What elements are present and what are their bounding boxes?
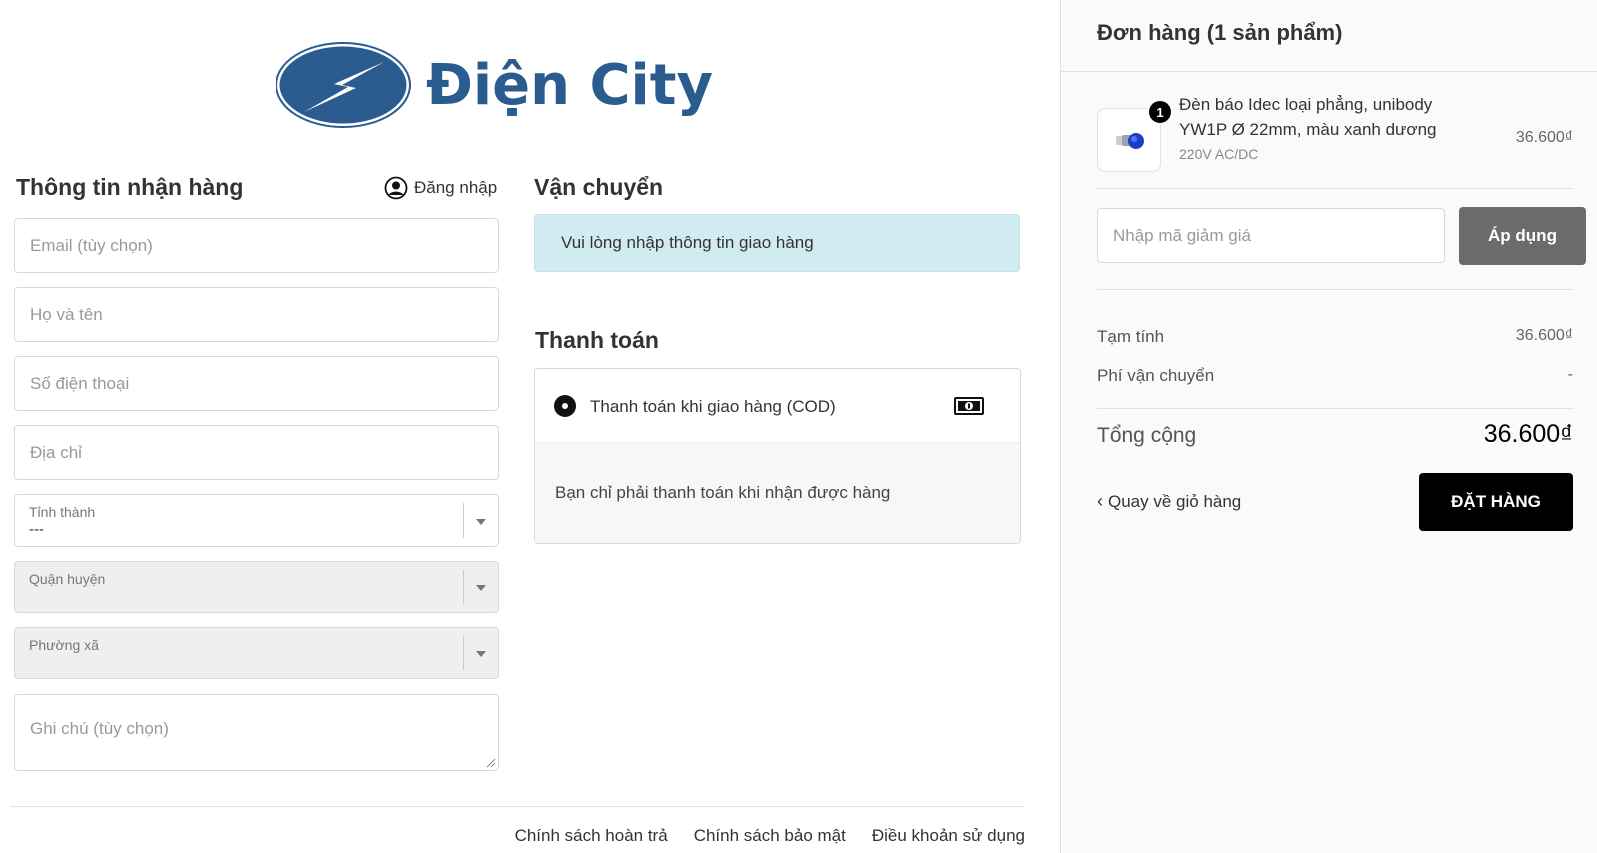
payment-title: Thanh toán (535, 327, 659, 353)
footer-link-privacy-policy[interactable]: Chính sách bảo mật (694, 826, 846, 846)
select-separator (463, 503, 464, 538)
apply-discount-button[interactable]: Áp dụng (1459, 207, 1586, 265)
district-label: Quận huyện (29, 571, 106, 587)
total-label: Tổng cộng (1097, 424, 1197, 447)
payment-option-cod[interactable]: Thanh toán khi giao hàng (COD) (535, 369, 1020, 442)
address-placeholder: Địa chỉ (30, 442, 82, 462)
fullname-placeholder: Họ và tên (30, 304, 103, 324)
address-field[interactable]: Địa chỉ (14, 425, 499, 480)
chevron-down-icon (476, 651, 486, 657)
footer-link-refund-policy[interactable]: Chính sách hoàn trả (515, 826, 668, 846)
radio-selected[interactable] (554, 395, 576, 417)
payment-option-label: Thanh toán khi giao hàng (COD) (590, 397, 836, 416)
shipping-title: Vận chuyển (534, 174, 664, 200)
payment-description-text: Bạn chỉ phải thanh toán khi nhận được hà… (555, 483, 891, 502)
cash-icon (954, 397, 984, 415)
chevron-down-icon (476, 518, 486, 525)
shipping-alert: Vui lòng nhập thông tin giao hàng (534, 214, 1020, 272)
subtotal-label: Tạm tính (1097, 327, 1165, 346)
shipping-fee-label: Phí vận chuyển (1097, 366, 1215, 385)
order-title: Đơn hàng (1 sản phẩm) (1097, 20, 1343, 45)
place-order-button[interactable]: ĐẶT HÀNG (1419, 473, 1573, 531)
chevron-left-icon: ‹ (1097, 491, 1103, 511)
logo-graphic: Điện City (276, 42, 713, 128)
ward-select[interactable]: Phường xã (14, 627, 499, 679)
footer-links: Chính sách hoàn trả Chính sách bảo mật Đ… (515, 826, 1025, 846)
divider (1097, 188, 1574, 189)
resize-grip-icon[interactable] (486, 758, 496, 768)
email-field[interactable]: Email (tùy chọn) (14, 218, 499, 273)
product-variant: 220V AC/DC (1179, 146, 1259, 162)
discount-placeholder: Nhập mã giảm giá (1113, 225, 1251, 245)
payment-description: Bạn chỉ phải thanh toán khi nhận được hà… (535, 442, 1020, 543)
login-label: Đăng nhập (414, 178, 498, 197)
discount-code-input[interactable]: Nhập mã giảm giá (1097, 208, 1445, 263)
subtotal-value: 36.600₫ (1515, 327, 1573, 344)
back-to-cart-link[interactable]: ‹ Quay về giỏ hàng (1097, 491, 1241, 512)
quantity-badge: 1 (1147, 99, 1173, 125)
district-select[interactable]: Quận huyện (14, 561, 499, 613)
chevron-down-icon (476, 585, 486, 591)
receiver-title: Thông tin nhận hàng (16, 174, 244, 200)
footer-divider (10, 806, 1025, 807)
select-separator (463, 636, 464, 670)
shipping-message: Vui lòng nhập thông tin giao hàng (561, 233, 814, 252)
payment-methods: Thanh toán khi giao hàng (COD) Bạn chỉ p… (534, 368, 1021, 544)
divider (1097, 289, 1574, 290)
select-separator (463, 570, 464, 604)
login-link[interactable]: Đăng nhập (384, 176, 497, 200)
site-logo[interactable]: Điện City (276, 40, 756, 130)
product-price: 36.600₫ (1515, 129, 1573, 146)
divider (1061, 71, 1597, 72)
total-value: 36.600₫ (1483, 420, 1573, 448)
province-value: --- (29, 521, 44, 538)
province-select[interactable]: Tỉnh thành --- (14, 494, 499, 547)
email-placeholder: Email (tùy chọn) (30, 235, 153, 255)
phone-placeholder: Số điện thoại (30, 373, 130, 393)
ward-label: Phường xã (29, 637, 99, 653)
province-label: Tỉnh thành (29, 504, 96, 520)
footer-link-terms[interactable]: Điều khoản sử dụng (872, 826, 1025, 846)
svg-text:Điện City: Điện City (426, 53, 713, 118)
note-textarea[interactable]: Ghi chú (tùy chọn) (14, 694, 499, 771)
fullname-field[interactable]: Họ và tên (14, 287, 499, 342)
phone-field[interactable]: Số điện thoại (14, 356, 499, 411)
product-name: Đèn báo Idec loại phẳng, unibody YW1P Ø … (1179, 95, 1437, 139)
divider (1097, 408, 1574, 409)
back-to-cart-label: Quay về giỏ hàng (1108, 491, 1242, 511)
user-circle-icon (384, 176, 408, 200)
note-placeholder: Ghi chú (tùy chọn) (30, 719, 169, 738)
order-sidebar: Đơn hàng (1 sản phẩm) 1 Đèn báo Idec loạ… (1060, 0, 1597, 853)
shipping-fee-value: - (1567, 366, 1573, 383)
